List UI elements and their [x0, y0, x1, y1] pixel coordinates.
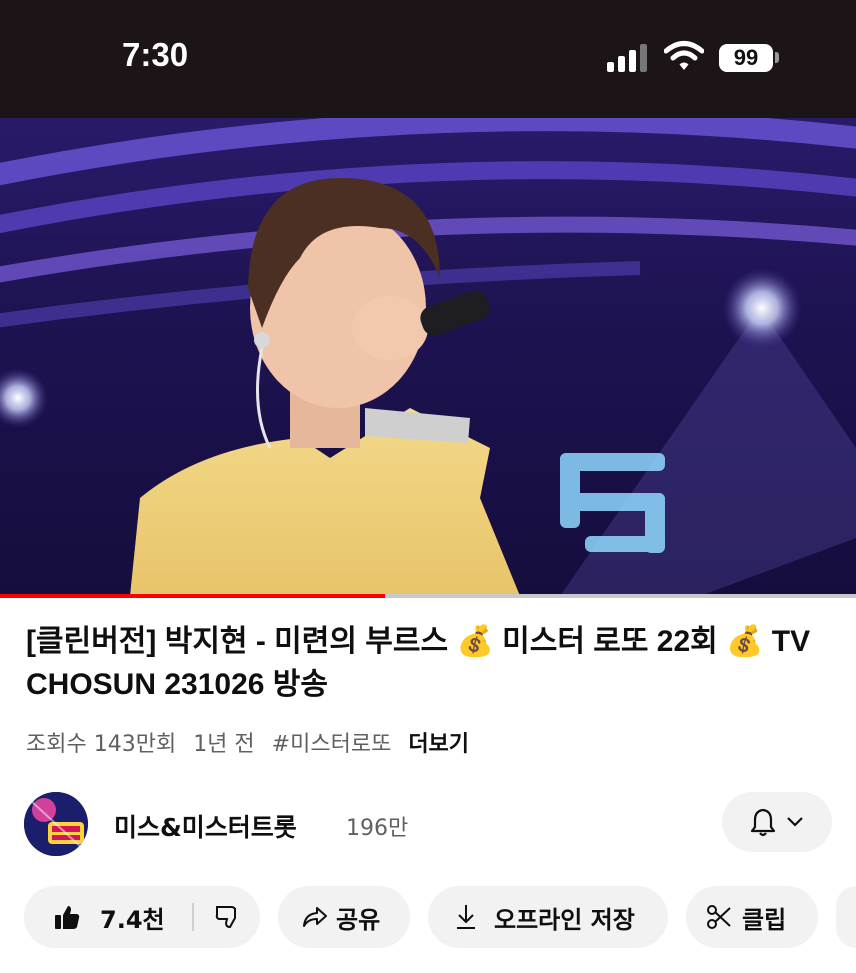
clip-button[interactable]: 클립 [686, 886, 818, 948]
status-time: 7:30 [122, 36, 189, 73]
like-count[interactable]: 7.4천 [100, 900, 165, 935]
thumbs-down-icon[interactable] [214, 904, 240, 930]
subscriber-count: 196만 [346, 816, 409, 841]
video-progress-fill [0, 594, 386, 598]
channel-avatar[interactable] [24, 792, 88, 856]
bell-icon [750, 808, 776, 837]
offline-save-label: 오프라인 저장 [494, 905, 635, 934]
more-link[interactable]: 더보기 [408, 732, 469, 757]
video-title[interactable]: [클린버전] 박지현 - 미련의 부르스 💰 미스터 로또 22회 💰 TV C… [26, 620, 826, 706]
action-bar: 7.4천 공유 오프라인 저장 클립 [0, 886, 856, 950]
channel-name[interactable]: 미스&미스터트롯 [114, 808, 297, 844]
battery-level: 99 [733, 45, 759, 70]
battery-tip [775, 52, 779, 63]
view-count: 조회수 143만회 [26, 732, 177, 757]
notification-button[interactable] [722, 792, 832, 852]
wifi-icon [664, 41, 704, 70]
share-label: 공유 [336, 905, 381, 934]
scissors-icon [707, 905, 731, 929]
avatar-logo [24, 792, 88, 856]
video-progress-bar[interactable] [0, 594, 856, 598]
video-meta[interactable]: 조회수 143만회 1년 전 #미스터로또 더보기 [26, 726, 479, 758]
pill-divider [192, 903, 194, 931]
offline-save-button[interactable]: 오프라인 저장 [428, 886, 668, 948]
clip-label: 클립 [742, 905, 787, 934]
video-frame [0, 118, 856, 596]
like-dislike-pill: 7.4천 [24, 886, 260, 948]
share-button[interactable]: 공유 [278, 886, 410, 948]
status-bar: 7:30 99 [0, 0, 856, 118]
download-icon [457, 905, 475, 929]
thumbs-up-icon[interactable] [54, 904, 80, 930]
hashtag-link[interactable]: #미스터로또 [272, 732, 392, 757]
share-icon [303, 907, 327, 927]
more-actions-pill[interactable] [836, 886, 856, 948]
channel-row: 미스&미스터트롯 196만 [0, 792, 856, 856]
signal-icon [607, 44, 647, 72]
upload-age: 1년 전 [193, 732, 255, 757]
chevron-down-icon [787, 817, 803, 827]
battery-icon: 99 [719, 44, 773, 72]
video-player[interactable] [0, 118, 856, 596]
